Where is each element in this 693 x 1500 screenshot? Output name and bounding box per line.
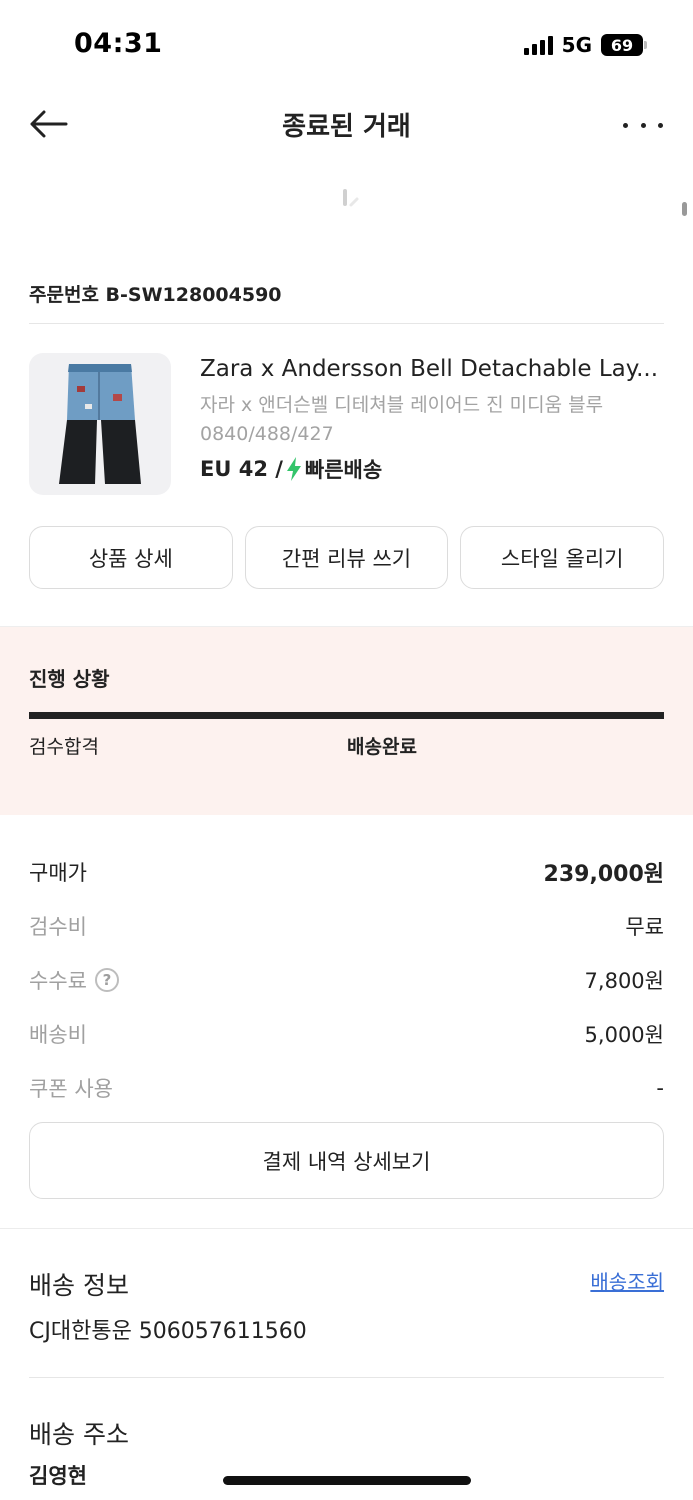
payment-row-shipping: 배송비 5,000원 [29,1007,664,1061]
post-style-button[interactable]: 스타일 올리기 [460,526,665,589]
divider [29,1377,664,1378]
progress-title: 진행 상황 [29,667,110,691]
lightning-icon [286,457,301,481]
more-icon-dot [640,122,646,128]
payment-label: 구매가 [29,861,87,885]
more-icon-dot [623,122,628,128]
payment-row-inspection: 검수비 무료 [29,899,664,953]
payment-label: 쿠폰 사용 [29,1077,113,1101]
section-divider [0,1228,693,1229]
track-shipment-link[interactable]: 배송조회 [590,1266,664,1295]
payment-label: 검수비 [29,915,87,939]
more-icon-dot [658,122,663,128]
status-bar: 04:31 5G 69 [0,0,693,90]
quick-review-button[interactable]: 간편 리뷰 쓰기 [244,526,449,589]
product-code: 0840/488/427 [200,423,334,445]
progress-step: 검수합격 [29,736,99,758]
payment-label-wrap: 수수료 ? [29,965,119,995]
address-text-cut [29,1494,499,1500]
loading-spinner-icon [343,189,359,207]
product-name: Zara x Andersson Bell Detachable Lay... [200,356,659,382]
battery-icon: 69 [601,34,647,56]
progress-step-current: 배송완료 [347,736,417,758]
payment-value: - [656,1076,664,1100]
product-size-row: EU 42 / 빠른배송 [200,454,660,484]
payment-value: 무료 [625,915,664,939]
shipping-title: 배송 정보 [29,1271,129,1300]
status-indicators: 5G 69 [523,33,647,57]
shipping-carrier: CJ대한통운 506057611560 [29,1319,307,1344]
product-detail-button[interactable]: 상품 상세 [29,526,233,589]
product-image[interactable] [29,353,171,495]
fast-delivery-label: 빠른배송 [304,458,383,482]
signal-icon [523,35,553,55]
payment-row-fee: 수수료 ? 7,800원 [29,953,664,1007]
progress-bar [29,712,664,719]
payment-row-price: 구매가 239,000원 [29,845,664,899]
jeans-image [59,364,141,484]
help-icon[interactable]: ? [94,968,119,992]
payment-row-coupon: 쿠폰 사용 - [29,1061,664,1115]
nav-header: 종료된 거래 [0,90,693,156]
status-time: 04:31 [74,28,163,59]
page-title: 종료된 거래 [282,112,411,142]
more-button[interactable] [623,110,663,140]
payment-value: 7,800원 [584,969,664,993]
progress-section: 진행 상황 검수합격 배송완료 [0,626,693,815]
address-title: 배송 주소 [29,1420,129,1449]
product-size: EU 42 / [200,457,283,481]
product-name-ko: 자라 x 앤더슨벨 디테쳐블 레이어드 진 미디움 블루 [200,394,604,416]
scroll-indicator [682,202,687,216]
action-buttons: 상품 상세 간편 리뷰 쓰기 스타일 올리기 [29,526,665,589]
divider [29,323,664,324]
payment-detail-button[interactable]: 결제 내역 상세보기 [29,1122,664,1199]
home-indicator[interactable] [223,1476,471,1485]
payment-value: 5,000원 [584,1023,664,1047]
payment-label: 수수료 [29,969,87,993]
payment-label: 배송비 [29,1023,87,1047]
product-info[interactable]: Zara x Andersson Bell Detachable Lay... … [200,356,660,484]
order-number: 주문번호 B-SW128004590 [29,284,282,306]
payment-summary: 구매가 239,000원 검수비 무료 수수료 ? 7,800원 배송비 5,0… [29,845,664,1115]
recipient-name: 김영현 [29,1464,87,1488]
network-type: 5G [561,33,592,57]
payment-value: 239,000원 [543,862,664,887]
battery-level: 69 [601,34,643,56]
